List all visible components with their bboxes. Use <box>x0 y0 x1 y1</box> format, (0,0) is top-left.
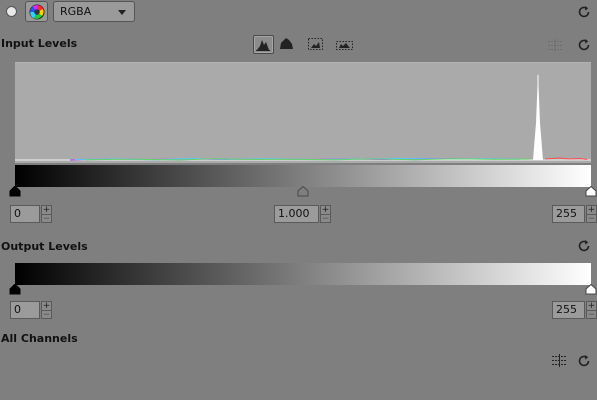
histogram-none-icon <box>336 41 353 50</box>
input-white-stepper[interactable]: + − <box>586 205 597 224</box>
color-picker-button[interactable] <box>25 1 48 22</box>
enable-toggle[interactable] <box>6 6 17 17</box>
decrement-icon[interactable]: − <box>42 310 51 320</box>
histogram-linear-button[interactable] <box>253 35 274 54</box>
input-gamma-stepper[interactable]: + − <box>320 205 331 224</box>
input-levels-title: Input Levels <box>1 37 78 50</box>
increment-icon[interactable]: + <box>321 206 330 215</box>
channel-select[interactable]: RGBA <box>53 1 135 22</box>
reset-output-levels-icon[interactable] <box>577 239 591 253</box>
all-channels-title: All Channels <box>1 332 78 345</box>
all-channels-auto-icon[interactable] <box>551 353 568 368</box>
histogram-log-icon <box>280 38 293 49</box>
histogram-per-channel-button[interactable] <box>306 35 327 54</box>
histogram-log-button[interactable] <box>277 35 298 54</box>
input-white-point-handle[interactable] <box>585 186 597 197</box>
output-white-point-handle[interactable] <box>585 284 597 295</box>
histogram-plot <box>15 73 591 161</box>
output-white-stepper[interactable]: + − <box>586 301 597 320</box>
histogram-linear-icon <box>256 40 270 51</box>
reset-all-icon[interactable] <box>577 5 591 19</box>
decrement-icon[interactable]: − <box>587 310 596 320</box>
channel-select-value: RGBA <box>60 5 92 18</box>
decrement-icon[interactable]: − <box>587 214 596 224</box>
output-black-field[interactable]: 0 <box>10 301 40 319</box>
decrement-icon[interactable]: − <box>321 214 330 224</box>
input-gradient-bar <box>15 165 591 187</box>
histogram <box>15 62 591 163</box>
increment-icon[interactable]: + <box>587 206 596 215</box>
decrement-icon[interactable]: − <box>42 214 51 224</box>
increment-icon[interactable]: + <box>42 206 51 215</box>
input-black-stepper[interactable]: + − <box>41 205 52 224</box>
increment-icon[interactable]: + <box>42 302 51 311</box>
chevron-down-icon <box>118 10 126 15</box>
color-wheel-icon <box>29 4 45 20</box>
output-black-point-handle[interactable] <box>9 284 21 295</box>
input-black-point-handle[interactable] <box>9 186 21 197</box>
input-gamma-field[interactable]: 1.000 <box>274 205 319 223</box>
output-white-field[interactable]: 255 <box>552 301 585 319</box>
output-black-stepper[interactable]: + − <box>41 301 52 320</box>
reset-input-levels-icon[interactable] <box>577 38 591 52</box>
output-levels-title: Output Levels <box>1 240 88 253</box>
input-black-field[interactable]: 0 <box>10 205 40 223</box>
reset-all-channels-icon[interactable] <box>577 354 591 368</box>
histogram-none-button[interactable] <box>335 35 356 54</box>
auto-levels-icon[interactable] <box>547 38 563 52</box>
input-white-field[interactable]: 255 <box>552 205 585 223</box>
increment-icon[interactable]: + <box>587 302 596 311</box>
input-gamma-handle[interactable] <box>297 186 309 197</box>
output-gradient-bar <box>15 263 591 285</box>
histogram-per-channel-icon <box>308 38 323 50</box>
